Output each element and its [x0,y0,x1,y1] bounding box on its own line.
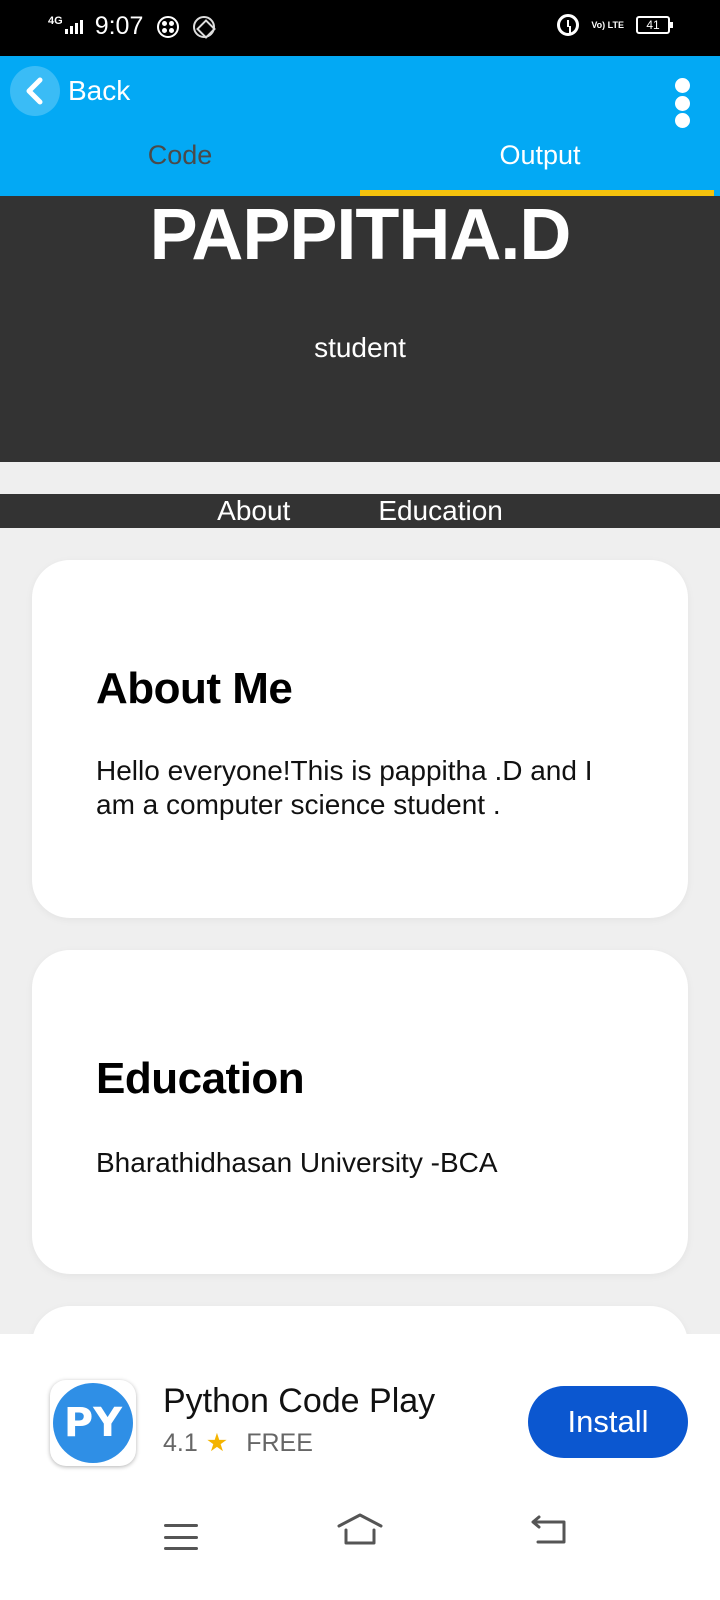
education-heading: Education [96,1054,305,1103]
education-text: Bharathidhasan University -BCA [96,1147,498,1178]
system-back-icon[interactable] [530,1514,568,1551]
battery-icon: 41 [636,16,673,34]
status-right: Vo) LTE 41 [557,14,673,36]
nav-link-about[interactable]: About [217,494,290,528]
alarm-icon [557,14,580,36]
profile-name: PAPPITHA.D [149,195,572,275]
ad-rating: 4.1 [163,1428,198,1457]
tab-output[interactable]: Output [360,132,720,196]
profile-header: PAPPITHA.D student [0,196,720,462]
ad-meta: 4.1 ★ FREE [163,1428,313,1458]
back-label: Back [68,75,131,106]
system-nav-bar [0,1484,720,1600]
app-bar: Back Code Output [0,56,720,196]
volte-indicator: Vo) LTE [591,19,624,30]
tab-bar: Code Output [0,132,720,196]
section-nav: About Education [0,494,720,528]
tab-code[interactable]: Code [0,132,360,196]
battery-level: 41 [646,18,660,32]
network-type: 4G [48,14,63,27]
app-notification-icon [157,15,180,38]
install-button[interactable]: Install [528,1386,688,1458]
app-screen: 4G 9:07 Vo) LTE 41 Back Code Output PAPP… [0,0,720,1600]
more-options-icon[interactable] [672,78,692,128]
ad-logo-text: PY [53,1383,133,1463]
about-card: About Me Hello everyone!This is pappitha… [32,560,688,918]
star-icon: ★ [205,1429,229,1457]
about-heading: About Me [96,664,293,713]
python-app-logo-icon: PY [50,1380,136,1466]
back-arrow-icon [10,66,60,116]
status-left: 4G 9:07 [48,12,216,41]
back-button[interactable]: Back [10,66,130,116]
nav-link-education[interactable]: Education [378,494,503,528]
signal-icon [64,19,83,34]
recent-apps-icon[interactable] [164,1524,198,1550]
education-card: Education Bharathidhasan University -BCA [32,950,688,1274]
profile-role: student [314,332,406,363]
clock: 9:07 [94,12,144,40]
ad-price: FREE [246,1428,313,1457]
ad-app-name: Python Code Play [163,1382,436,1420]
about-text: Hello everyone!This is pappitha .D and I… [96,755,593,820]
nfc-icon [193,15,216,38]
home-icon[interactable] [336,1512,384,1551]
status-bar: 4G 9:07 Vo) LTE 41 [0,0,720,56]
ad-banner[interactable]: PY Python Code Play 4.1 ★ FREE Install [0,1334,720,1484]
